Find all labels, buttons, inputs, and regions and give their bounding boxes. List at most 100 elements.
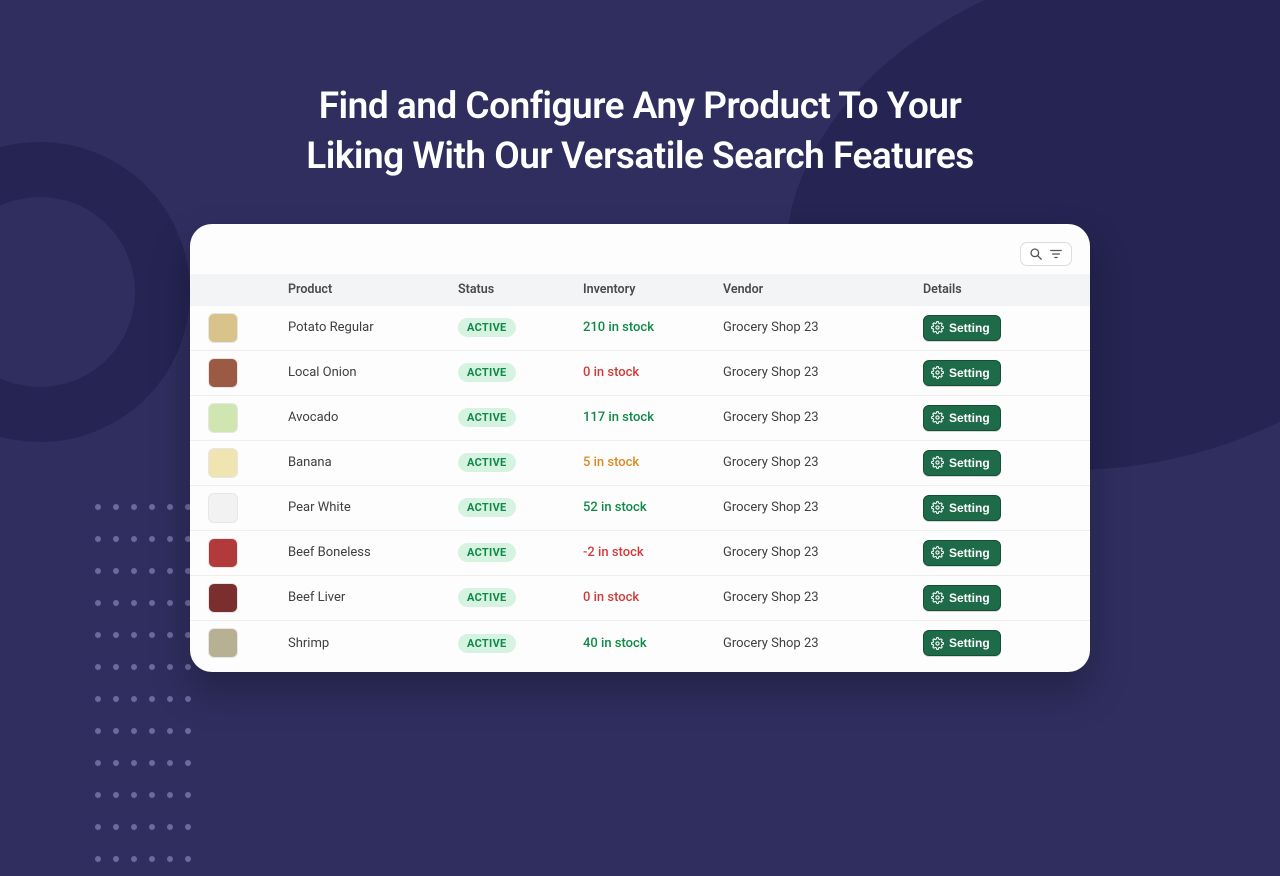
setting-label: Setting (949, 501, 990, 515)
inventory-cell: 0 in stock (583, 590, 723, 605)
filter-icon[interactable] (1049, 247, 1063, 261)
status-cell: ACTIVE (458, 408, 583, 427)
table-row: Beef LiverACTIVE 0 in stockGrocery Shop 2… (190, 576, 1090, 621)
details-cell: Setting (923, 495, 1072, 521)
status-cell: ACTIVE (458, 318, 583, 337)
product-name: Potato Regular (288, 320, 458, 335)
gear-icon (931, 501, 944, 514)
table-body: Potato RegularACTIVE210 in stockGrocery … (190, 306, 1090, 666)
status-cell: ACTIVE (458, 588, 583, 607)
hero-line-2: Liking With Our Versatile Search Feature… (306, 135, 974, 178)
status-cell: ACTIVE (458, 453, 583, 472)
setting-button[interactable]: Setting (923, 360, 1001, 386)
setting-label: Setting (949, 636, 990, 650)
status-badge: ACTIVE (458, 408, 516, 427)
vendor-cell: Grocery Shop 23 (723, 320, 923, 335)
col-status: Status (458, 282, 583, 297)
col-details: Details (923, 282, 1072, 297)
inventory-cell: 0 in stock (583, 365, 723, 380)
table-row: Beef BonelessACTIVE-2 in stockGrocery Sh… (190, 531, 1090, 576)
col-product: Product (288, 282, 458, 297)
product-thumb (208, 538, 288, 568)
table-header-row: Product Status Inventory Vendor Details (190, 274, 1090, 306)
bg-ring (0, 142, 190, 442)
status-cell: ACTIVE (458, 543, 583, 562)
gear-icon (931, 411, 944, 424)
table-row: Pear WhiteACTIVE 52 in stockGrocery Shop … (190, 486, 1090, 531)
details-cell: Setting (923, 450, 1072, 476)
product-thumb (208, 448, 288, 478)
status-badge: ACTIVE (458, 543, 516, 562)
setting-button[interactable]: Setting (923, 540, 1001, 566)
setting-button[interactable]: Setting (923, 585, 1001, 611)
status-cell: ACTIVE (458, 498, 583, 517)
inventory-cell: 210 in stock (583, 320, 723, 335)
setting-button[interactable]: Setting (923, 315, 1001, 341)
status-badge: ACTIVE (458, 588, 516, 607)
gear-icon (931, 456, 944, 469)
product-name: Banana (288, 455, 458, 470)
inventory-cell: -2 in stock (583, 545, 723, 560)
table-row: Local OnionACTIVE 0 in stockGrocery Shop … (190, 351, 1090, 396)
bg-dots (95, 504, 191, 876)
inventory-cell: 5 in stock (583, 455, 723, 470)
setting-button[interactable]: Setting (923, 405, 1001, 431)
table-row: Potato RegularACTIVE 210 in stockGrocery … (190, 306, 1090, 351)
setting-label: Setting (949, 591, 990, 605)
col-inventory: Inventory (583, 282, 723, 297)
setting-button[interactable]: Setting (923, 495, 1001, 521)
product-thumb (208, 403, 288, 433)
table-toolbar (190, 242, 1090, 274)
vendor-cell: Grocery Shop 23 (723, 455, 923, 470)
product-thumb (208, 358, 288, 388)
details-cell: Setting (923, 585, 1072, 611)
status-badge: ACTIVE (458, 498, 516, 517)
gear-icon (931, 637, 944, 650)
table-row: BananaACTIVE 5 in stockGrocery Shop 23 Set… (190, 441, 1090, 486)
inventory-cell: 52 in stock (583, 500, 723, 515)
details-cell: Setting (923, 360, 1072, 386)
gear-icon (931, 546, 944, 559)
setting-button[interactable]: Setting (923, 450, 1001, 476)
status-badge: ACTIVE (458, 634, 516, 653)
search-icon[interactable] (1029, 247, 1043, 261)
search-filter-group (1020, 242, 1072, 266)
setting-button[interactable]: Setting (923, 630, 1001, 656)
status-badge: ACTIVE (458, 453, 516, 472)
product-name: Local Onion (288, 365, 458, 380)
setting-label: Setting (949, 411, 990, 425)
vendor-cell: Grocery Shop 23 (723, 590, 923, 605)
setting-label: Setting (949, 456, 990, 470)
status-badge: ACTIVE (458, 318, 516, 337)
details-cell: Setting (923, 540, 1072, 566)
vendor-cell: Grocery Shop 23 (723, 636, 923, 651)
product-name: Avocado (288, 410, 458, 425)
gear-icon (931, 321, 944, 334)
setting-label: Setting (949, 321, 990, 335)
col-vendor: Vendor (723, 282, 923, 297)
details-cell: Setting (923, 405, 1072, 431)
hero-title: Find and Configure Any Product To Your L… (0, 82, 1280, 182)
product-thumb (208, 583, 288, 613)
inventory-cell: 117 in stock (583, 410, 723, 425)
setting-label: Setting (949, 366, 990, 380)
table-row: ShrimpACTIVE 40 in stockGrocery Shop 23 Se… (190, 621, 1090, 666)
gear-icon (931, 591, 944, 604)
product-name: Shrimp (288, 636, 458, 651)
gear-icon (931, 366, 944, 379)
status-badge: ACTIVE (458, 363, 516, 382)
vendor-cell: Grocery Shop 23 (723, 365, 923, 380)
vendor-cell: Grocery Shop 23 (723, 500, 923, 515)
inventory-cell: 40 in stock (583, 636, 723, 651)
vendor-cell: Grocery Shop 23 (723, 545, 923, 560)
hero-line-1: Find and Configure Any Product To Your (319, 85, 962, 128)
table-row: AvocadoACTIVE117 in stockGrocery Shop 23… (190, 396, 1090, 441)
product-thumb (208, 628, 288, 658)
setting-label: Setting (949, 546, 990, 560)
product-thumb (208, 313, 288, 343)
status-cell: ACTIVE (458, 634, 583, 653)
product-table-card: Product Status Inventory Vendor Details … (190, 224, 1090, 672)
product-thumb (208, 493, 288, 523)
product-name: Beef Liver (288, 590, 458, 605)
product-name: Pear White (288, 500, 458, 515)
